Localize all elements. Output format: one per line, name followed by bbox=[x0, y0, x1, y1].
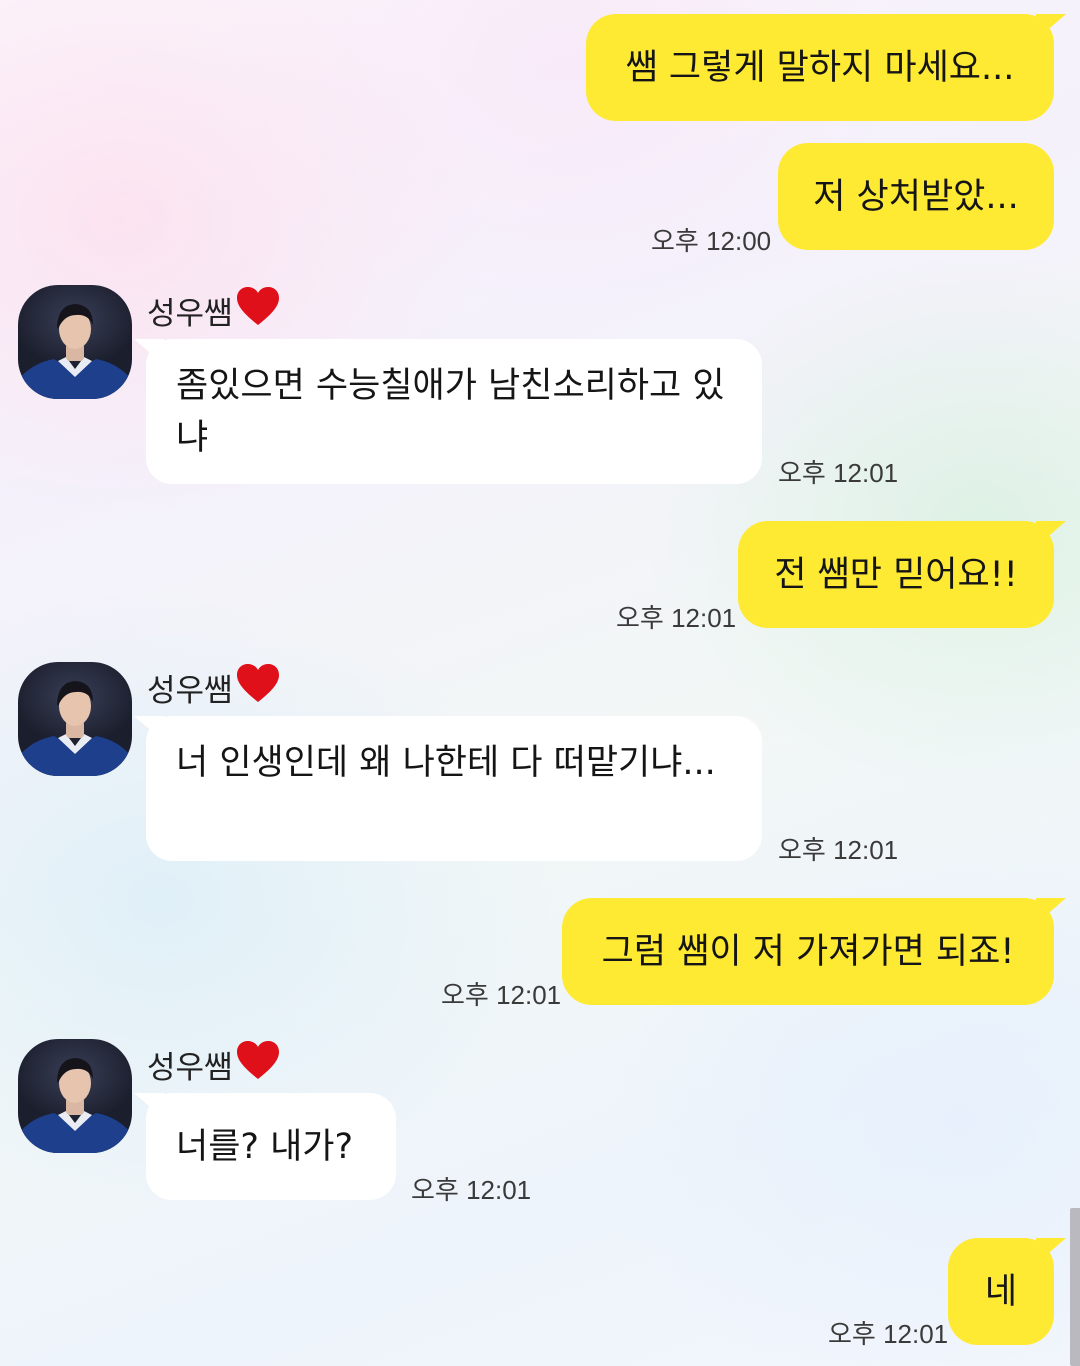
message-timestamp: 오후 12:01 bbox=[828, 1319, 949, 1349]
profile-photo-icon bbox=[18, 681, 132, 776]
outgoing-message-bubble[interactable]: 저 상처받았... bbox=[778, 143, 1054, 250]
outgoing-message-bubble[interactable]: 그럼 쌤이 저 가져가면 되죠! bbox=[562, 898, 1066, 1005]
contact-name-text: 성우쌤 bbox=[147, 672, 233, 709]
message-text: 너 인생인데 왜 나한테 다 떠맡기냐... bbox=[176, 743, 716, 783]
message-timestamp: 오후 12:01 bbox=[441, 980, 562, 1010]
profile-photo-icon bbox=[18, 1058, 132, 1153]
incoming-message-bubble[interactable]: 좀있으면 수능칠애가 남친소리하고 있냐 bbox=[134, 339, 762, 484]
profile-photo-icon bbox=[18, 304, 132, 399]
message-timestamp: 오후 12:01 bbox=[778, 835, 899, 865]
message-timestamp: 오후 12:00 bbox=[651, 226, 772, 256]
message-text: 전 쌤만 믿어요!! bbox=[774, 554, 1018, 595]
incoming-message-bubble[interactable]: 너 인생인데 왜 나한테 다 떠맡기냐... bbox=[134, 716, 762, 861]
incoming-message-bubble[interactable]: 너를? 내가? bbox=[134, 1093, 396, 1200]
contact-name: 성우쌤 bbox=[147, 662, 281, 712]
message-text: 네 bbox=[984, 1271, 1018, 1312]
message-text: 쌤 그렇게 말하지 마세요... bbox=[625, 47, 1015, 88]
outgoing-message-bubble[interactable]: 네 bbox=[948, 1238, 1066, 1345]
heart-icon bbox=[235, 285, 281, 335]
outgoing-message-bubble[interactable]: 전 쌤만 믿어요!! bbox=[738, 521, 1066, 628]
message-text: 너를? 내가? bbox=[176, 1126, 354, 1167]
message-text: 그럼 쌤이 저 가져가면 되죠! bbox=[601, 931, 1015, 972]
contact-name: 성우쌤 bbox=[147, 285, 281, 335]
contact-name: 성우쌤 bbox=[147, 1039, 281, 1089]
contact-avatar[interactable] bbox=[18, 662, 132, 776]
contact-name-text: 성우쌤 bbox=[147, 295, 233, 332]
message-timestamp: 오후 12:01 bbox=[411, 1175, 532, 1205]
message-text: 좀있으면 수능칠애가 남친소리하고 있냐 bbox=[176, 366, 725, 458]
message-timestamp: 오후 12:01 bbox=[778, 458, 899, 488]
contact-name-text: 성우쌤 bbox=[147, 1049, 233, 1086]
scrollbar-thumb[interactable] bbox=[1070, 1208, 1080, 1366]
chat-thread[interactable]: 쌤 그렇게 말하지 마세요... 저 상처받았... 오후 12:00 성우쌤 … bbox=[0, 0, 1080, 1366]
contact-avatar[interactable] bbox=[18, 1039, 132, 1153]
outgoing-message-bubble[interactable]: 쌤 그렇게 말하지 마세요... bbox=[586, 14, 1066, 121]
heart-icon bbox=[235, 662, 281, 712]
heart-icon bbox=[235, 1039, 281, 1089]
contact-avatar[interactable] bbox=[18, 285, 132, 399]
message-text: 저 상처받았... bbox=[813, 176, 1019, 217]
message-timestamp: 오후 12:01 bbox=[616, 603, 737, 633]
